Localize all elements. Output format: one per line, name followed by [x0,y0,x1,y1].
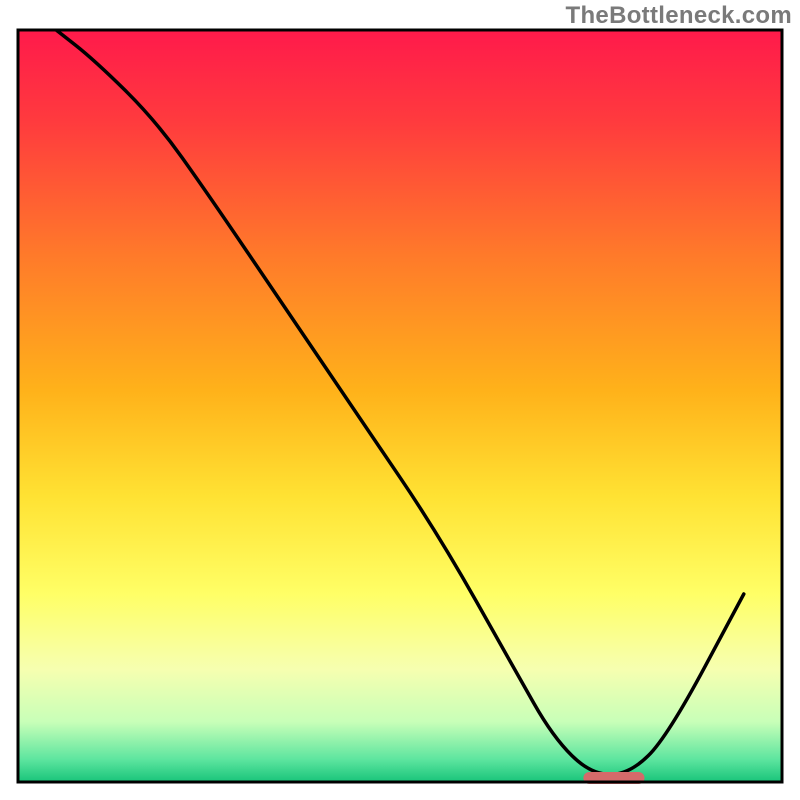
watermark-label: TheBottleneck.com [566,2,792,30]
bottleneck-chart [0,0,800,800]
gradient-background [18,30,782,782]
chart-container: TheBottleneck.com [0,0,800,800]
